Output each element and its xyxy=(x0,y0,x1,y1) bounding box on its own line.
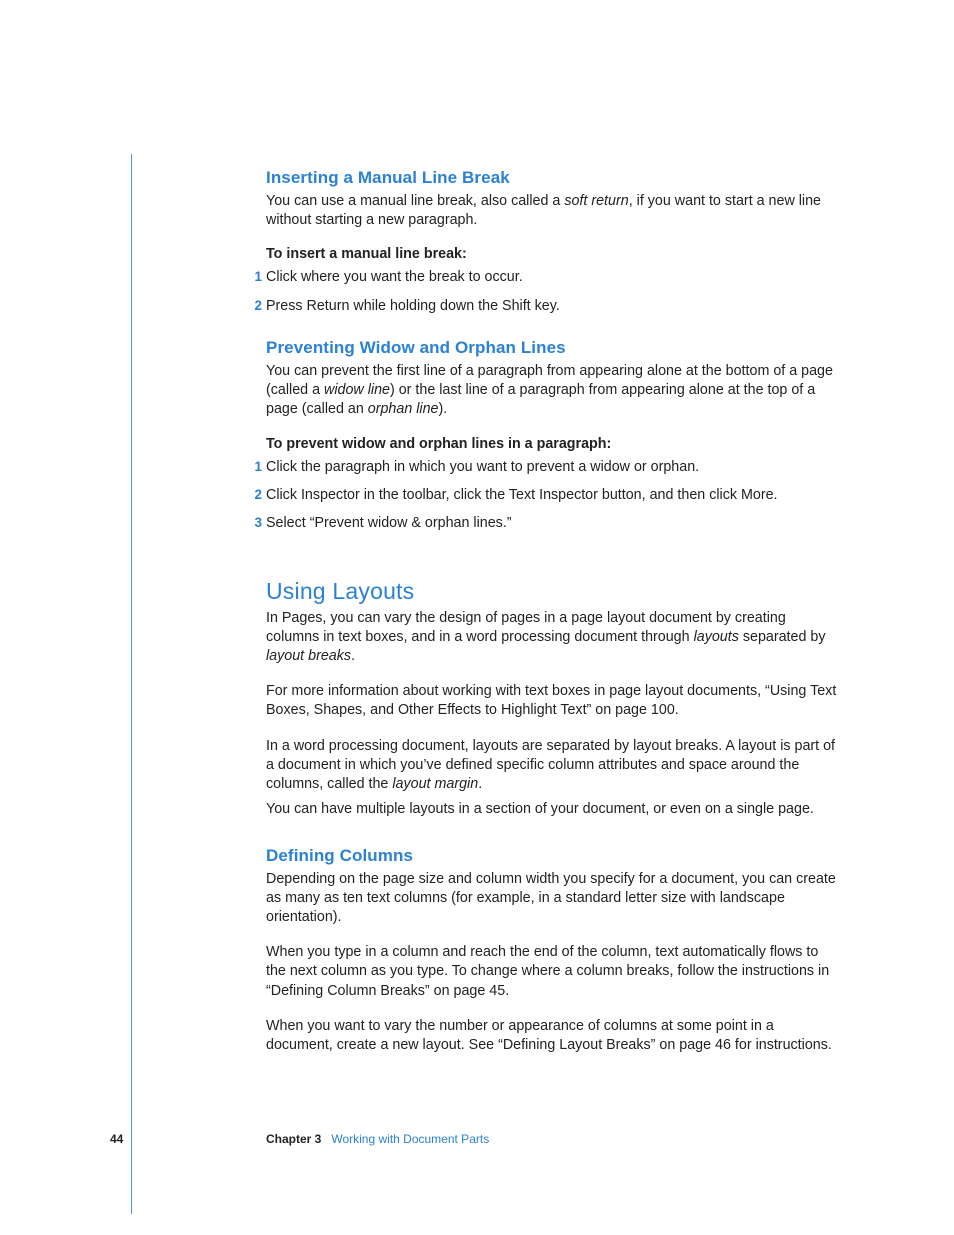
step-number: 1 xyxy=(250,458,262,476)
step-text: Press Return while holding down the Shif… xyxy=(266,298,560,314)
page: Inserting a Manual Line Break You can us… xyxy=(0,0,954,1235)
page-number: 44 xyxy=(110,1132,123,1146)
term-layouts: layouts xyxy=(694,629,739,645)
steps-list: 1Click the paragraph in which you want t… xyxy=(266,458,842,534)
step-number: 2 xyxy=(250,486,262,504)
heading-using-layouts: Using Layouts xyxy=(266,578,842,605)
term-layout-margin: layout margin xyxy=(392,776,478,792)
term-widow-line: widow line xyxy=(324,382,390,398)
text: . xyxy=(478,776,482,792)
paragraph: When you type in a column and reach the … xyxy=(266,943,842,1001)
text: ). xyxy=(439,401,448,417)
term-soft-return: soft return xyxy=(564,193,628,209)
text: . xyxy=(351,648,355,664)
term-orphan-line: orphan line xyxy=(368,401,439,417)
paragraph: For more information about working with … xyxy=(266,682,842,720)
step-number: 2 xyxy=(250,297,262,315)
paragraph: You can prevent the first line of a para… xyxy=(266,362,842,420)
main-content: Inserting a Manual Line Break You can us… xyxy=(266,168,842,1071)
text: You can use a manual line break, also ca… xyxy=(266,193,564,209)
heading-defining-columns: Defining Columns xyxy=(266,846,842,866)
vertical-rule xyxy=(131,154,132,1214)
chapter-title: Working with Document Parts xyxy=(331,1132,489,1146)
paragraph: You can have multiple layouts in a secti… xyxy=(266,800,842,819)
step-number: 3 xyxy=(250,514,262,532)
step: 2Press Return while holding down the Shi… xyxy=(266,297,842,316)
paragraph: You can use a manual line break, also ca… xyxy=(266,192,842,230)
step: 3Select “Prevent widow & orphan lines.” xyxy=(266,514,842,533)
steps-list: 1Click where you want the break to occur… xyxy=(266,268,842,316)
heading-preventing-widow-orphan: Preventing Widow and Orphan Lines xyxy=(266,338,842,358)
step-text: Click Inspector in the toolbar, click th… xyxy=(266,487,778,503)
procedure-lead: To insert a manual line break: xyxy=(266,246,842,262)
page-footer: 44 Chapter 3 Working with Document Parts xyxy=(0,1132,954,1202)
step-text: Select “Prevent widow & orphan lines.” xyxy=(266,515,512,531)
paragraph: In Pages, you can vary the design of pag… xyxy=(266,609,842,667)
chapter-number: Chapter 3 xyxy=(266,1132,321,1146)
chapter-label: Chapter 3 Working with Document Parts xyxy=(266,1132,489,1146)
step: 1Click where you want the break to occur… xyxy=(266,268,842,287)
text: separated by xyxy=(739,629,826,645)
step: 2Click Inspector in the toolbar, click t… xyxy=(266,486,842,505)
step-text: Click the paragraph in which you want to… xyxy=(266,459,699,475)
step-number: 1 xyxy=(250,268,262,286)
text: In a word processing document, layouts a… xyxy=(266,738,835,792)
step: 1Click the paragraph in which you want t… xyxy=(266,458,842,477)
heading-inserting-manual-line-break: Inserting a Manual Line Break xyxy=(266,168,842,188)
step-text: Click where you want the break to occur. xyxy=(266,269,523,285)
paragraph: When you want to vary the number or appe… xyxy=(266,1017,842,1055)
paragraph: In a word processing document, layouts a… xyxy=(266,737,842,795)
term-layout-breaks: layout breaks xyxy=(266,648,351,664)
paragraph: Depending on the page size and column wi… xyxy=(266,870,842,928)
procedure-lead: To prevent widow and orphan lines in a p… xyxy=(266,436,842,452)
